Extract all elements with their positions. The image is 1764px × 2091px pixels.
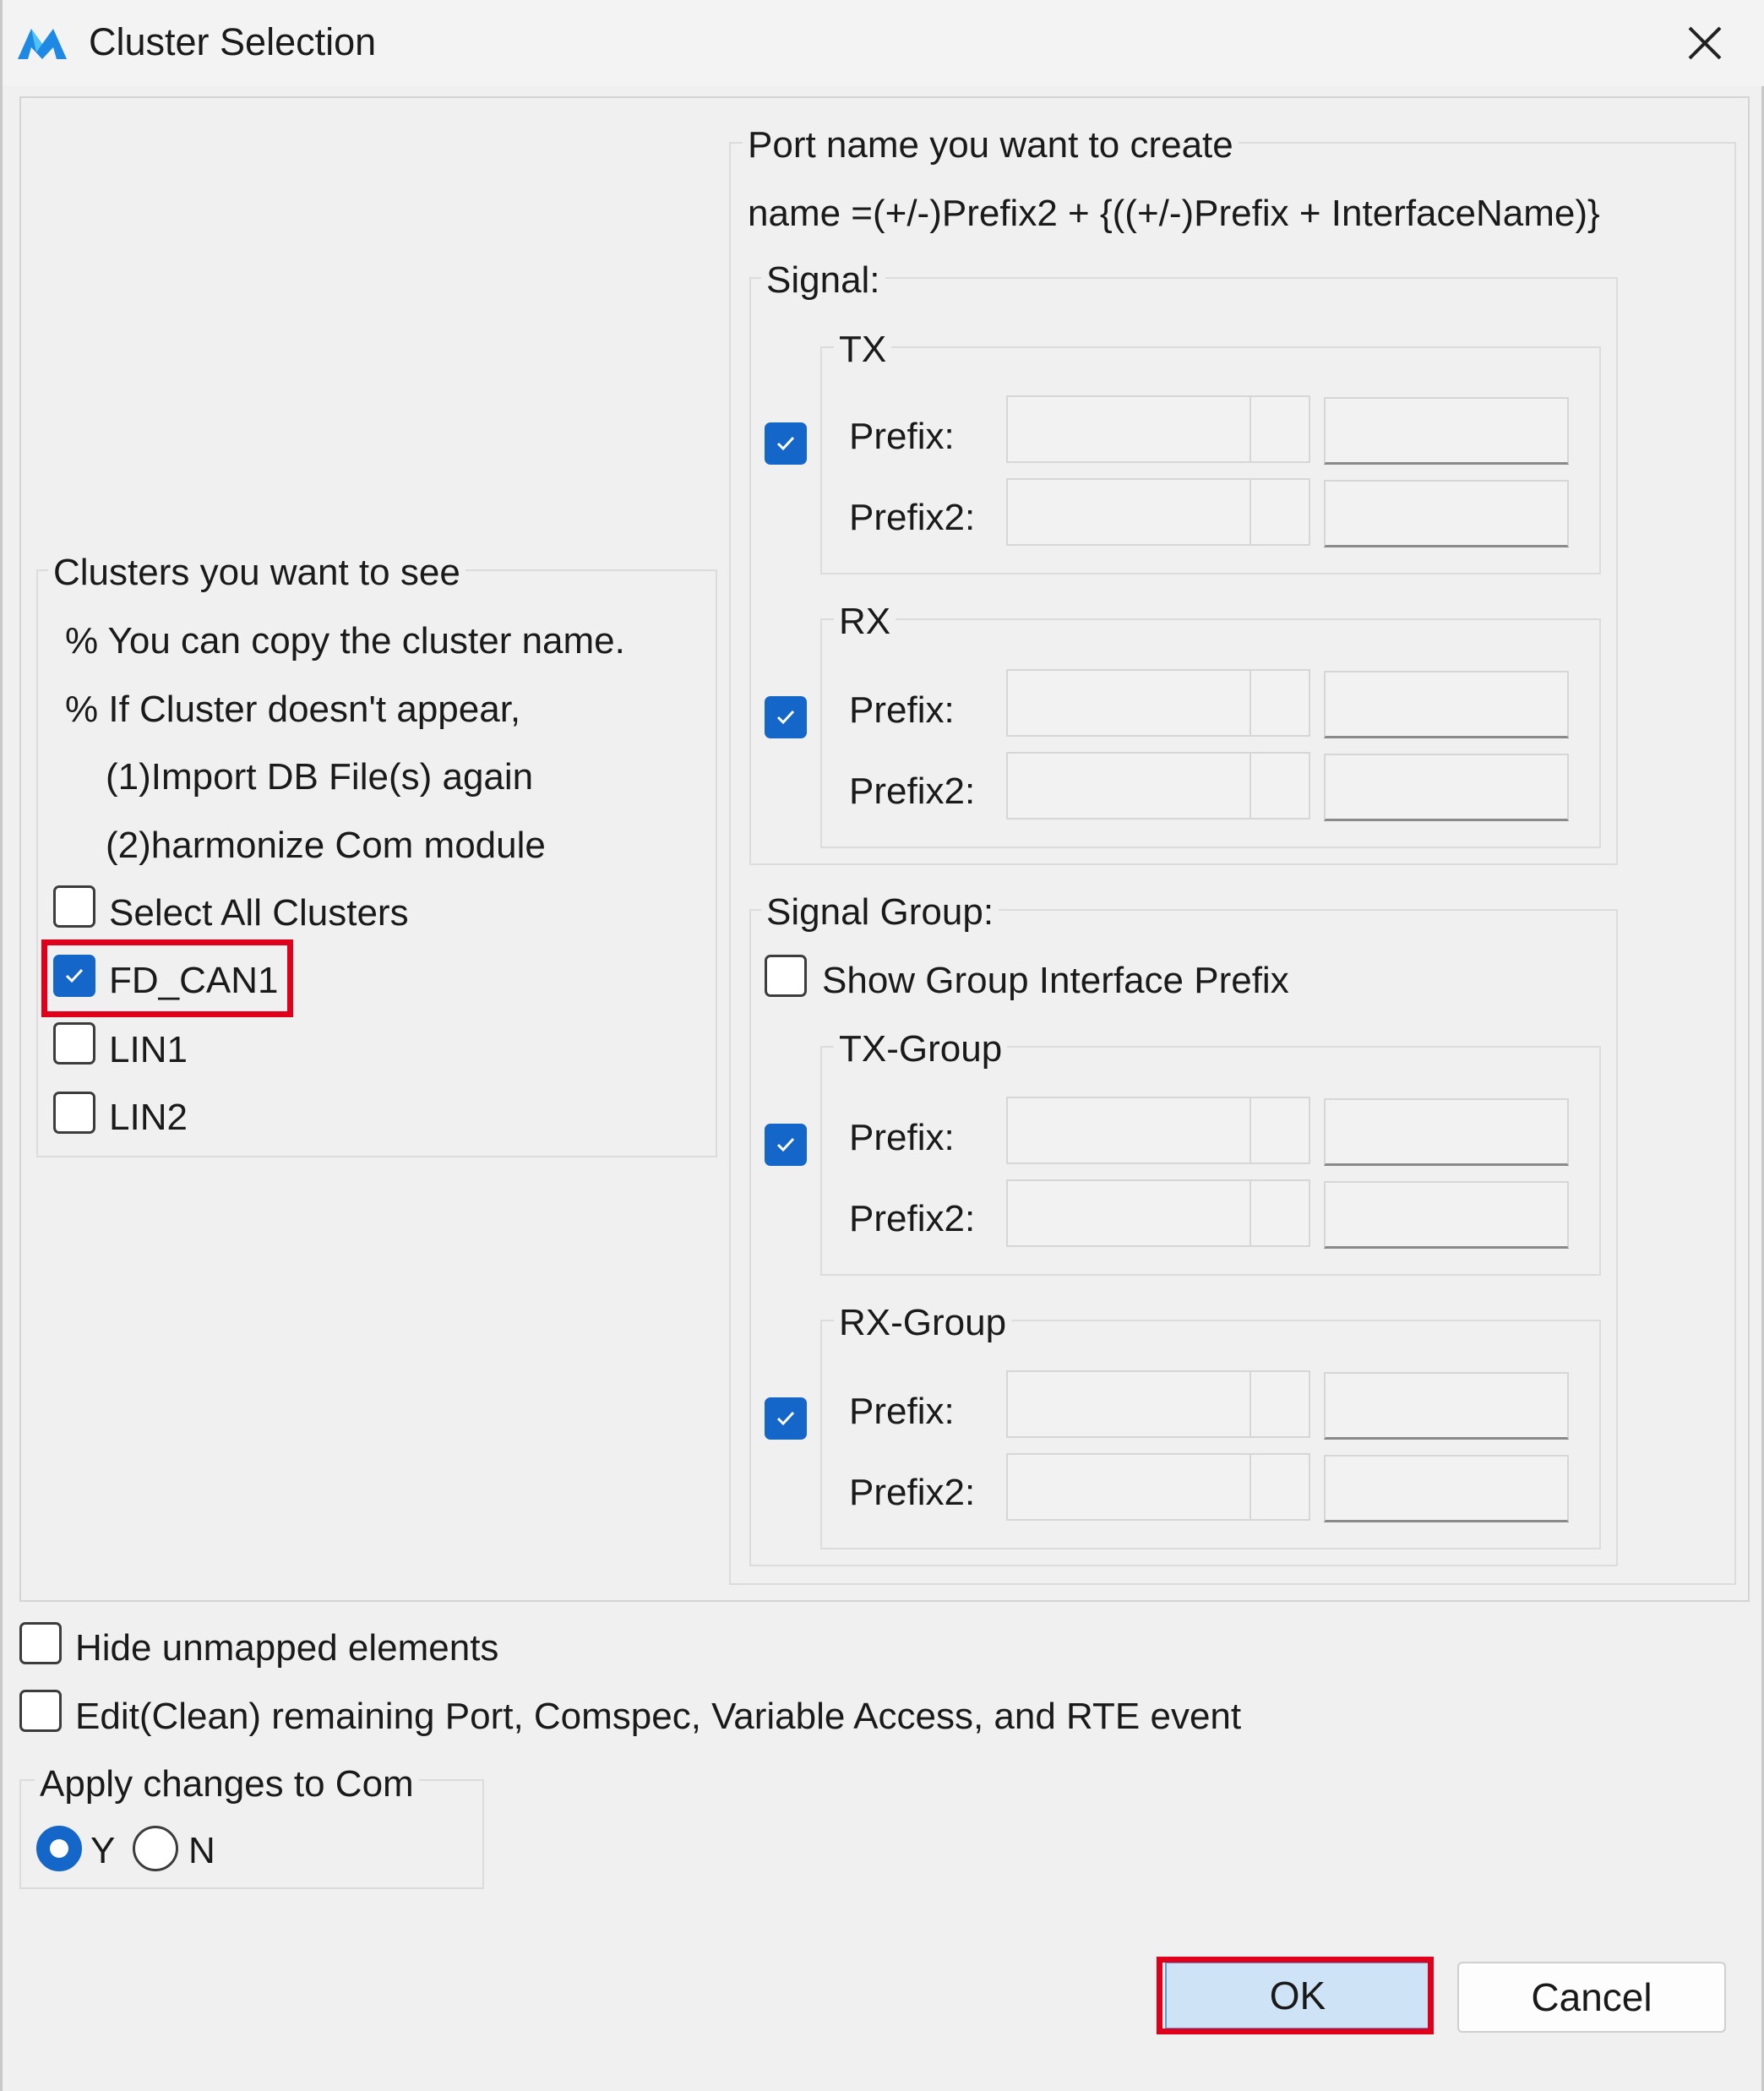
rx-prefix-label: Prefix:: [849, 689, 955, 731]
tx-group-enable-checkbox[interactable]: [765, 1124, 807, 1166]
tx-group-legend: TX-Group: [834, 1027, 1008, 1071]
edit-clean-checkbox[interactable]: [19, 1690, 62, 1732]
checkmark-icon: [776, 436, 795, 451]
rx-legend: RX: [834, 600, 896, 644]
tx-group-prefix-input[interactable]: [1324, 1098, 1569, 1166]
signal-group-legend: Signal Group:: [761, 890, 999, 934]
title-bar: Cluster Selection: [3, 0, 1764, 86]
close-button[interactable]: [1675, 15, 1734, 71]
tx-group-prefix-sign-select[interactable]: [1006, 1097, 1310, 1164]
tx-prefix-input[interactable]: [1324, 397, 1569, 465]
ok-highlight: [1157, 1957, 1434, 2034]
rx-group-enable-checkbox[interactable]: [765, 1397, 807, 1440]
apply-com-no-radio[interactable]: [133, 1826, 178, 1871]
tx-group-prefix2-input[interactable]: [1324, 1181, 1569, 1249]
rx-prefix-input[interactable]: [1324, 671, 1569, 738]
clusters-note-missing: % If Cluster doesn't appear,: [65, 689, 521, 730]
rx-group-prefix2-input[interactable]: [1324, 1455, 1569, 1522]
port-name-formula: name =(+/-)Prefix2 + {((+/-)Prefix + Int…: [748, 193, 1600, 234]
tx-legend: TX: [834, 328, 892, 372]
tx-group-prefix-label: Prefix:: [849, 1117, 955, 1158]
clusters-note-import: (1)Import DB File(s) again: [106, 756, 534, 798]
clusters-note-copy: % You can copy the cluster name.: [65, 620, 625, 662]
checkmark-icon: [776, 1137, 795, 1152]
apply-com-yes-radio[interactable]: [36, 1826, 82, 1871]
cancel-button[interactable]: Cancel: [1457, 1962, 1726, 2033]
window-title: Cluster Selection: [89, 20, 377, 63]
tx-enable-checkbox[interactable]: [765, 422, 807, 465]
cluster-lin2-checkbox[interactable]: [53, 1092, 95, 1134]
tx-prefix2-sign-select[interactable]: [1006, 478, 1310, 546]
close-icon: [1688, 26, 1722, 60]
rx-prefix2-label: Prefix2:: [849, 771, 976, 812]
signal-legend: Signal:: [761, 259, 885, 302]
hide-unmapped-label[interactable]: Hide unmapped elements: [75, 1625, 498, 1671]
rx-group-legend: RX-Group: [834, 1301, 1012, 1345]
show-group-prefix-checkbox[interactable]: [765, 955, 807, 997]
cluster-lin1-label[interactable]: LIN1: [109, 1027, 188, 1073]
apply-com-no-label[interactable]: N: [188, 1828, 215, 1874]
tx-prefix2-label: Prefix2:: [849, 497, 976, 538]
rx-prefix-sign-select[interactable]: [1006, 669, 1310, 737]
apply-com-yes-label[interactable]: Y: [90, 1828, 115, 1874]
hide-unmapped-checkbox[interactable]: [19, 1622, 62, 1664]
clusters-legend: Clusters you want to see: [48, 551, 466, 595]
rx-group-prefix2-sign-select[interactable]: [1006, 1453, 1310, 1521]
app-logo-icon: [18, 29, 67, 59]
port-name-legend: Port name you want to create: [743, 123, 1239, 167]
rx-group-prefix-sign-select[interactable]: [1006, 1370, 1310, 1438]
cluster-selection-dialog: Cluster Selection Clusters you want to s…: [0, 0, 1764, 2091]
apply-com-legend: Apply changes to Com: [35, 1762, 419, 1806]
show-group-prefix-label[interactable]: Show Group Interface Prefix: [822, 958, 1289, 1004]
tx-prefix-sign-select[interactable]: [1006, 395, 1310, 463]
rx-prefix2-input[interactable]: [1324, 754, 1569, 821]
tx-group-prefix2-sign-select[interactable]: [1006, 1179, 1310, 1247]
rx-prefix2-sign-select[interactable]: [1006, 752, 1310, 820]
clusters-note-harmonize: (2)harmonize Com module: [106, 825, 546, 866]
tx-prefix2-input[interactable]: [1324, 480, 1569, 547]
rx-group-prefix-input[interactable]: [1324, 1372, 1569, 1440]
cluster-lin1-checkbox[interactable]: [53, 1022, 95, 1065]
checkmark-icon: [776, 710, 795, 725]
edit-clean-label[interactable]: Edit(Clean) remaining Port, Comspec, Var…: [75, 1694, 1241, 1740]
rx-enable-checkbox[interactable]: [765, 696, 807, 738]
select-all-clusters-checkbox[interactable]: [53, 885, 95, 928]
select-all-clusters-label[interactable]: Select All Clusters: [109, 890, 409, 936]
tx-group-prefix2-label: Prefix2:: [849, 1198, 976, 1239]
checkmark-icon: [776, 1411, 795, 1426]
rx-group-prefix2-label: Prefix2:: [849, 1472, 976, 1513]
tx-prefix-label: Prefix:: [849, 416, 955, 457]
fd-can1-highlight: [41, 939, 293, 1017]
cluster-lin2-label[interactable]: LIN2: [109, 1095, 188, 1141]
rx-group-prefix-label: Prefix:: [849, 1391, 955, 1432]
